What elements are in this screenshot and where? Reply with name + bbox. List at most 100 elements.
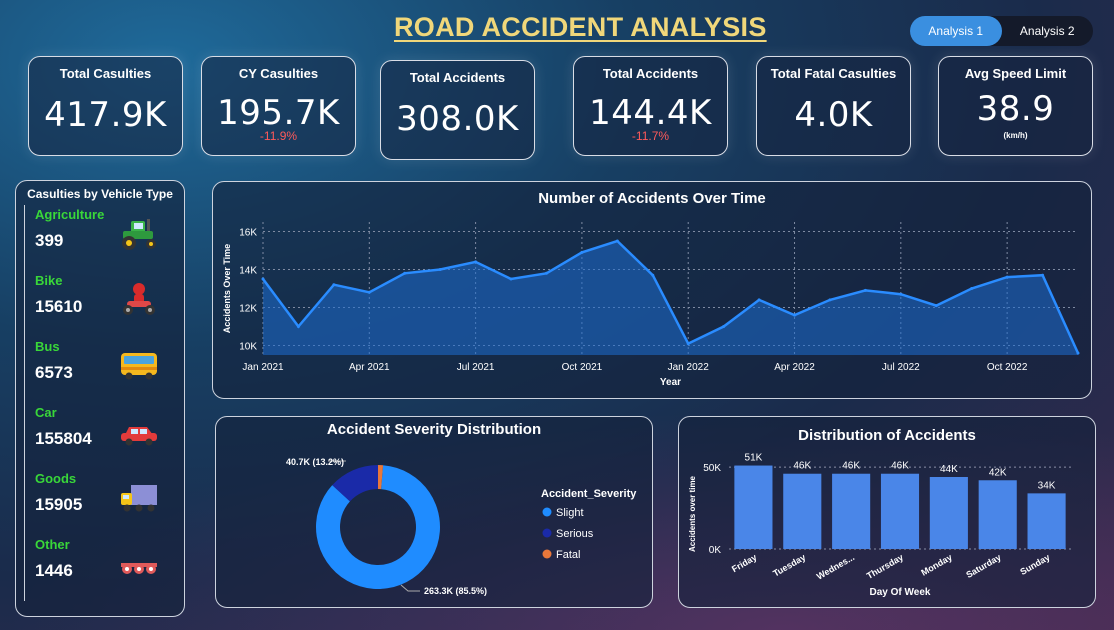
data-point: [474, 260, 478, 264]
truck-icon: [121, 485, 157, 512]
vehicle-list: Agriculture 399 Bike 15610 Bus 6573 Car …: [24, 205, 179, 601]
bar-data-label: 51K: [745, 453, 763, 464]
data-point: [580, 250, 584, 254]
kpi-total-accidents: Total Accidents 308.0K: [380, 60, 535, 160]
trailer-icon: [121, 563, 157, 574]
y-tick-label: 16K: [239, 228, 257, 239]
leader-line: [400, 584, 420, 592]
legend-title: Accident_Severity: [541, 488, 637, 500]
bar-5: [978, 480, 1017, 549]
data-point: [793, 313, 797, 317]
kpi-label: Total Fatal Casulties: [770, 66, 897, 81]
kpi-cy-accidents: Total Accidents 144.4K -11.7%: [573, 56, 728, 156]
x-tick-label: Oct 2021: [562, 362, 603, 373]
data-point: [615, 239, 619, 243]
vehicle-type-panel: Casulties by Vehicle Type Agriculture 39…: [15, 180, 185, 617]
accidents-over-time-panel: Number of Accidents Over Time 10K 12K 14K 1…: [212, 181, 1092, 399]
bar-data-label: 44K: [940, 464, 958, 475]
data-point: [722, 325, 726, 328]
data-point: [899, 292, 903, 296]
data-point: [686, 342, 690, 346]
vehicle-label: Bus: [35, 339, 60, 354]
y-tick-label: 50K: [703, 463, 721, 474]
kpi-label: Total Accidents: [409, 70, 506, 85]
data-label-serious: 40.7K (13.2%): [286, 457, 344, 467]
data-label-slight: 263.3K (85.5%): [424, 586, 487, 596]
x-tick-label: Jan 2021: [242, 362, 284, 373]
analysis-toggle: Analysis 1 Analysis 2: [910, 16, 1093, 46]
tab-analysis-2[interactable]: Analysis 2: [1002, 16, 1094, 46]
vehicle-label: Goods: [35, 471, 77, 486]
x-tick-label: Jul 2022: [882, 362, 920, 373]
vehicle-label: Other: [35, 537, 70, 552]
bar-data-label: 42K: [989, 467, 1007, 478]
data-point: [261, 277, 265, 281]
bar-data-label: 46K: [842, 461, 860, 472]
kpi-cy-casualties: CY Casulties 195.7K -11.9%: [201, 56, 356, 156]
data-point: [970, 287, 974, 290]
data-point: [757, 298, 761, 302]
bar-4: [929, 477, 968, 549]
vehicle-label: Bike: [35, 273, 63, 288]
kpi-value: 144.4K: [589, 93, 712, 133]
vehicle-label: Agriculture: [35, 207, 105, 222]
kpi-value: 308.0K: [396, 99, 519, 139]
data-point: [438, 268, 442, 271]
bus-icon: [121, 353, 157, 380]
data-point: [509, 277, 513, 281]
vehicle-item-bus: Bus 6573: [24, 337, 179, 403]
tab-analysis-1[interactable]: Analysis 1: [910, 16, 1002, 46]
vehicle-count: 15610: [35, 297, 83, 316]
x-tick-label: Apr 2022: [774, 362, 815, 373]
car-icon: [121, 427, 157, 446]
data-point: [403, 271, 407, 275]
vehicle-count: 155804: [35, 429, 92, 448]
day-of-week-panel: Distribution of Accidents 0K 50K 51K Friday…: [678, 416, 1096, 608]
vehicle-item-agriculture: Agriculture 399: [24, 205, 179, 271]
legend-swatch: [542, 549, 552, 559]
x-axis-label: Day Of Week: [870, 587, 931, 598]
kpi-value: 4.0K: [794, 95, 873, 135]
x-tick-label: Wednes...: [815, 552, 856, 582]
x-tick-label: Oct 2022: [987, 362, 1028, 373]
data-point: [296, 325, 300, 328]
bar-2: [832, 473, 871, 549]
donut-chart: 40.7K (13.2%) 263.3K (85.5%) Accident_Seve…: [286, 457, 637, 596]
bar-3: [880, 473, 920, 549]
data-point: [332, 283, 336, 287]
vehicle-label: Car: [35, 405, 57, 420]
legend-item: Fatal: [556, 549, 580, 561]
y-axis-label: Accidents over time: [688, 475, 697, 552]
page-title: ROAD ACCIDENT ANALYSIS: [394, 12, 767, 42]
vehicle-item-goods: Goods 15905: [24, 469, 179, 535]
tractor-icon: [122, 219, 156, 250]
vehicle-item-other: Other 1446: [24, 535, 179, 601]
line-chart: 10K 12K 14K 16K Jan 2021 Apr 2021 Jul 2021 Oct …: [222, 222, 1080, 388]
bar-1: [783, 473, 822, 549]
kpi-fatal-casualties: Total Fatal Casulties 4.0K: [756, 56, 911, 156]
legend-swatch: [542, 528, 552, 538]
bar-chart: 0K 50K 51K Friday 46K Tuesday 46K Wednes... 46K T…: [688, 453, 1071, 598]
kpi-label: Total Casulties: [59, 66, 152, 81]
kpi-total-casualties: Total Casulties 417.9K: [28, 56, 183, 156]
y-tick-label: 0K: [709, 545, 722, 556]
x-tick-label: Jan 2022: [668, 362, 710, 373]
y-tick-label: 12K: [239, 304, 257, 315]
kpi-value: 195.7K: [217, 93, 340, 133]
x-tick-label: Thursday: [865, 552, 905, 581]
vehicle-count: 6573: [35, 363, 73, 382]
bar-chart-title: Distribution of Accidents: [798, 427, 976, 444]
bar-data-label: 46K: [793, 461, 811, 472]
donut-chart-title: Accident Severity Distribution: [326, 421, 542, 438]
vehicle-item-car: Car 155804: [24, 403, 179, 469]
kpi-value: 38.9: [976, 89, 1055, 129]
x-tick-label: Friday: [730, 552, 758, 574]
vehicle-count: 1446: [35, 561, 73, 580]
data-point: [1076, 351, 1080, 355]
data-point: [828, 298, 832, 302]
kpi-avg-speed: Avg Speed Limit 38.9 (km/h): [938, 56, 1093, 156]
kpi-label: CY Casulties: [238, 66, 319, 81]
kpi-label: Avg Speed Limit: [964, 66, 1067, 81]
x-tick-label: Saturday: [964, 552, 1002, 580]
data-point: [1041, 273, 1045, 277]
